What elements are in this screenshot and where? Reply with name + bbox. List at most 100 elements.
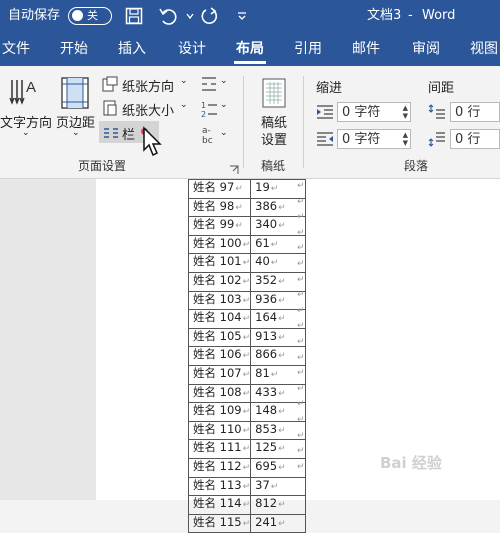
row-end-mark-icon: ↵ [297,274,305,285]
name-cell[interactable]: 姓名 109↵ [187,402,252,422]
tab-layout[interactable]: 布局 [234,32,266,66]
paragraph-group-label: 段落 [404,159,429,173]
spacing-label: 间距 [428,81,455,96]
table-row: 姓名 107↵ 81↵ [187,364,307,385]
table-row: 姓名 108↵ 433↵ [187,383,307,404]
redo-icon[interactable] [198,4,222,28]
margins-dropdown-icon[interactable]: ⌄ [72,128,80,138]
draft-paper-icon[interactable] [262,78,286,112]
name-cell[interactable]: 姓名 115↵ [187,513,252,533]
autosave-toggle[interactable]: 关 [68,7,112,25]
value-cell[interactable]: 241↵ [250,513,307,533]
draft-settings-label-line2[interactable]: 设置 [261,129,287,148]
undo-icon[interactable] [156,4,180,28]
line-numbers-dropdown-icon[interactable]: ⌄ [220,100,228,110]
toggle-state: 关 [87,9,98,22]
name-cell[interactable]: 姓名 108↵ [187,383,252,404]
return-mark-icon: ↵ [278,221,286,232]
text-direction-dropdown-icon[interactable]: ⌄ [22,128,30,138]
tab-insert[interactable]: 插入 [118,32,146,66]
return-mark-icon: ↵ [278,425,286,436]
tab-file[interactable]: 文件 [2,32,30,66]
customize-toolbar-icon[interactable] [230,4,254,28]
return-mark-icon: ↵ [242,462,251,473]
svg-text:a-: a- [202,126,211,136]
spacing-after-input[interactable]: 0 行 [450,129,500,149]
breaks-icon[interactable] [200,76,218,96]
margins-icon[interactable] [60,76,90,114]
svg-text:A: A [26,79,36,96]
row-end-mark-icon: ↵ [297,399,305,410]
name-cell[interactable]: 姓名 112↵ [187,457,252,478]
name-cell[interactable]: 姓名 107↵ [187,364,252,385]
tab-view[interactable]: 视图 [470,32,498,66]
hyphenation-dropdown-icon[interactable]: ⌄ [220,128,228,138]
name-cell[interactable]: 姓名 98↵ [187,197,252,218]
row-end-mark-icon: ↵ [297,243,305,254]
row-end-mark-icon: ↵ [297,227,305,238]
name-cell[interactable]: 姓名 105↵ [187,327,252,348]
orientation-icon[interactable] [102,76,118,96]
name-cell[interactable]: 姓名 101↵ [187,253,252,273]
hyphenation-icon[interactable]: a-bc [200,124,218,148]
columns-button[interactable]: 栏 [122,124,135,143]
row-end-mark-icon: ↵ [297,352,305,363]
indent-left-input[interactable]: 0 字符 ▲ ▼ [337,102,411,122]
indent-right-input[interactable]: 0 字符 ▲ ▼ [337,129,411,149]
return-mark-icon: ↵ [242,425,251,436]
return-mark-icon: ↵ [278,444,286,455]
return-mark-icon: ↵ [242,388,251,399]
return-mark-icon: ↵ [242,500,251,511]
name-cell[interactable]: 姓名 97↵ [187,179,252,199]
row-end-mark-icon: ↵ [297,415,305,425]
value-cell[interactable]: 37↵ [250,476,307,497]
name-cell[interactable]: 姓名 104↵ [187,309,252,329]
text-direction-icon[interactable]: A [8,76,42,114]
breaks-dropdown-icon[interactable]: ⌄ [220,76,228,86]
watermark: Bai 经验 [380,454,442,472]
name-cell[interactable]: 姓名 103↵ [187,290,252,311]
indent-right-spinner-icon[interactable]: ▲ ▼ [403,131,408,147]
page-setup-launcher-icon[interactable] [229,160,239,179]
size-dropdown-icon[interactable]: ⌄ [180,100,188,110]
indent-left-icon [316,104,334,124]
return-mark-icon: ↵ [242,444,251,455]
return-mark-icon: ↵ [278,276,286,287]
row-end-mark-icon: ↵ [297,259,305,269]
name-cell[interactable]: 姓名 110↵ [187,420,252,441]
return-mark-icon: ↵ [242,276,251,287]
save-icon[interactable] [122,4,146,28]
orientation-button[interactable]: 纸张方向 [122,76,174,95]
tab-mailings[interactable]: 邮件 [352,32,380,66]
table-row: 姓名 115↵ 241↵ [187,513,307,533]
document-title: 文档3 [367,8,402,23]
orientation-dropdown-icon[interactable]: ⌄ [180,76,188,86]
table-row: 姓名 104↵ 164↵ [187,309,307,329]
return-mark-icon: ↵ [270,369,279,380]
value-cell[interactable]: 812↵ [250,495,307,515]
name-cell[interactable]: 姓名 111↵ [187,439,252,459]
name-cell[interactable]: 姓名 102↵ [187,271,252,292]
data-table: 姓名 97↵ 19↵ 姓名 98↵ 386↵ 姓名 99↵ 340↵ 姓名 100↵ 61↵ 姓… [187,179,307,533]
name-cell[interactable]: 姓名 99↵ [187,216,252,236]
tab-review[interactable]: 审阅 [412,32,440,66]
row-end-mark-icon: ↵ [297,461,305,472]
return-mark-icon: ↵ [270,239,279,250]
columns-icon[interactable] [103,125,119,144]
return-mark-icon: ↵ [278,295,286,306]
size-icon[interactable] [102,100,118,120]
tab-home[interactable]: 开始 [60,32,88,66]
size-button[interactable]: 纸张大小 [122,100,174,119]
tab-references[interactable]: 引用 [294,32,322,66]
name-cell[interactable]: 姓名 100↵ [187,234,252,255]
line-numbers-icon[interactable]: 12 [200,100,218,122]
row-end-mark-icon: ↵ [297,196,305,207]
indent-left-spinner-icon[interactable]: ▲ ▼ [403,104,408,120]
name-cell[interactable]: 姓名 106↵ [187,346,252,366]
spacing-before-input[interactable]: 0 行 [450,102,500,122]
table-row: 姓名 110↵ 853↵ [187,420,307,441]
svg-text:1: 1 [201,101,206,110]
name-cell[interactable]: 姓名 113↵ [187,476,252,497]
tab-design[interactable]: 设计 [178,32,206,66]
name-cell[interactable]: 姓名 114↵ [187,495,252,515]
